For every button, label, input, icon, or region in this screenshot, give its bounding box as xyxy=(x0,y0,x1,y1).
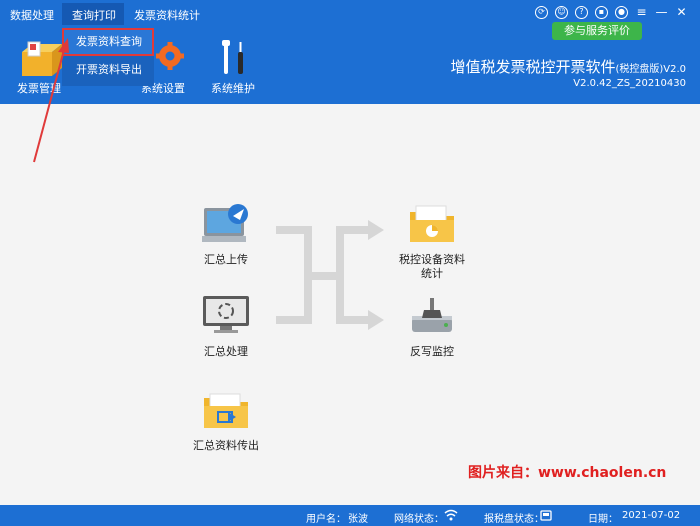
flow-writeback-monitor-label: 反写监控 xyxy=(410,345,454,358)
watermark: 图片来自：www.chaolen.cn xyxy=(468,465,667,481)
menu-bar: 数据处理 查询打印 发票资料统计 xyxy=(0,3,208,25)
flow-device-statistics-label: 税控设备资料 统计 xyxy=(386,253,478,281)
tool-system-maintenance-label: 系统维护 xyxy=(211,82,255,95)
flow-summary-transfer-label: 汇总资料传出 xyxy=(193,439,259,452)
status-date-label: 日期： xyxy=(588,514,618,525)
flow-summary-process-label: 汇总处理 xyxy=(204,345,248,358)
main-content: 汇总上传 汇总处理 汇总资料传出 税控设备资料 统计 反写监控 xyxy=(0,104,700,505)
stats-folder-icon xyxy=(410,205,454,242)
invoice-box-icon xyxy=(22,41,62,76)
query-print-dropdown: 发票资料查询 开票资料导出 xyxy=(62,28,154,86)
tool-invoice-management-label: 发票管理 xyxy=(17,82,61,95)
menu-item-invoice-query[interactable]: 发票资料查询 xyxy=(62,28,154,56)
flow-summary-transfer[interactable]: 汇总资料传出 xyxy=(176,388,276,453)
flow-summary-upload[interactable]: 汇总上传 xyxy=(186,202,266,267)
flow-summary-upload-label: 汇总上传 xyxy=(204,253,248,266)
menu-icon[interactable]: ≡ xyxy=(635,6,648,19)
status-network-label: 网络状态： xyxy=(394,514,444,525)
flow-writeback-monitor[interactable]: 反写监控 xyxy=(386,294,478,359)
service-icon[interactable]: ☺ xyxy=(555,6,568,19)
app-title: 增值税发票税控开票软件(税控盘版)V2.0 xyxy=(450,56,686,77)
disk-broom-icon xyxy=(412,298,452,332)
help-icon[interactable]: ? xyxy=(575,6,588,19)
status-user-value: 张波 xyxy=(348,514,368,525)
status-user-label: 用户名： xyxy=(306,514,346,525)
upload-monitor-icon xyxy=(202,204,248,242)
menu-query-print[interactable]: 查询打印 xyxy=(62,3,124,25)
menu-data-processing[interactable]: 数据处理 xyxy=(0,3,62,25)
flow-connectors xyxy=(276,220,384,330)
refresh-icon[interactable]: ⟳ xyxy=(535,6,548,19)
flow-device-statistics-line2: 统计 xyxy=(421,267,443,280)
app-version: V2.0.42_ZS_20210430 xyxy=(573,78,686,89)
app-title-main: 增值税发票税控开票软件 xyxy=(450,58,616,76)
flow-device-statistics[interactable]: 税控设备资料 统计 xyxy=(386,202,478,281)
flow-summary-process[interactable]: 汇总处理 xyxy=(186,294,266,359)
wrench-screwdriver-icon xyxy=(222,40,243,74)
status-disk-label: 报税盘状态： xyxy=(484,514,544,525)
flow-device-statistics-line1: 税控设备资料 xyxy=(399,253,465,266)
status-date-value: 2021-07-02 xyxy=(622,510,681,521)
tool-invoice-management[interactable]: 发票管理 xyxy=(16,38,62,96)
close-icon[interactable]: ✕ xyxy=(675,6,688,19)
menu-invoice-statistics[interactable]: 发票资料统计 xyxy=(124,3,208,25)
user-icon[interactable]: ● xyxy=(615,6,628,19)
process-monitor-icon xyxy=(203,296,249,333)
wifi-icon xyxy=(444,509,458,521)
app-title-suffix: (税控盘版)V2.0 xyxy=(615,64,686,75)
minimize-icon[interactable]: — xyxy=(655,6,668,19)
menu-item-export-invoice[interactable]: 开票资料导出 xyxy=(62,56,154,84)
lock-icon[interactable]: ▪ xyxy=(595,6,608,19)
service-feedback-button[interactable]: 参与服务评价 xyxy=(552,22,642,40)
disk-status-icon xyxy=(540,510,552,521)
export-folder-icon xyxy=(204,393,248,428)
window-controls: ⟳ ☺ ? ▪ ● ≡ — ✕ xyxy=(535,6,688,19)
status-bar: 用户名： 张波 网络状态： 报税盘状态： 日期： 2021-07-02 xyxy=(0,505,700,526)
tool-system-maintenance[interactable]: 系统维护 xyxy=(210,38,256,96)
